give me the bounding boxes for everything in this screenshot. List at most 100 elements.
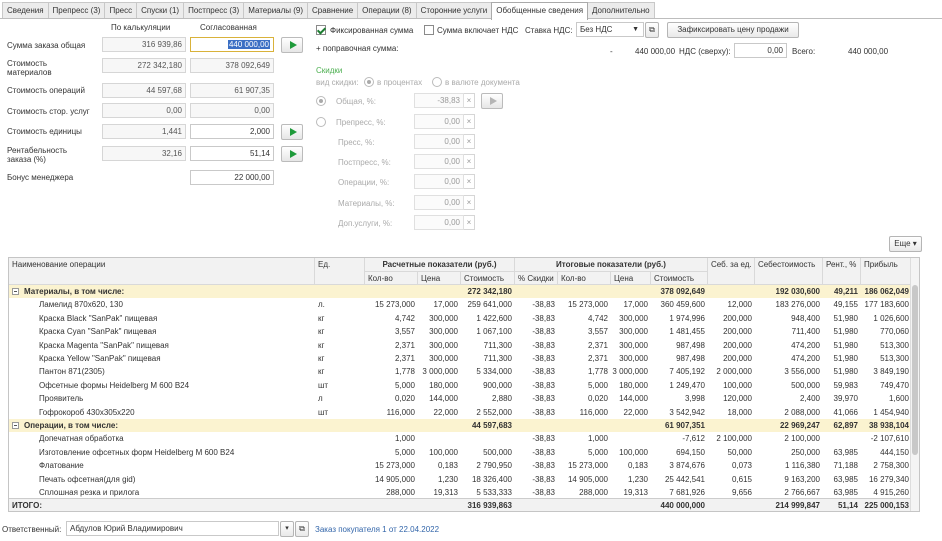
cell bbox=[315, 285, 365, 298]
tab-8[interactable]: Сторонние услуги bbox=[415, 2, 493, 19]
tab-3[interactable]: Спуски (1) bbox=[136, 2, 185, 19]
cell: 300,000 bbox=[619, 354, 648, 363]
apply-order-total-button[interactable] bbox=[281, 37, 303, 53]
unit-cost-agreed-input[interactable]: 2,000 bbox=[190, 124, 274, 139]
vat-included-checkbox[interactable] bbox=[424, 25, 434, 35]
cell bbox=[611, 285, 651, 298]
discount-input-0[interactable]: -38,83 bbox=[414, 93, 464, 108]
cell: 1,000 bbox=[394, 434, 415, 444]
responsible-open-icon[interactable]: ⧉ bbox=[295, 521, 309, 537]
manager-bonus-input[interactable]: 22 000,00 bbox=[190, 170, 274, 185]
cell: 0,020 bbox=[394, 394, 415, 404]
apply-general-discount-button[interactable] bbox=[481, 93, 503, 109]
tab-10[interactable]: Дополнительно bbox=[587, 2, 655, 19]
open-form-icon[interactable]: ⧉ bbox=[645, 22, 659, 38]
tab-5[interactable]: Материалы (9) bbox=[243, 2, 309, 19]
tab-4[interactable]: Постпресс (3) bbox=[183, 2, 245, 19]
clear-icon[interactable]: × bbox=[464, 114, 475, 129]
tab-7[interactable]: Операции (8) bbox=[357, 2, 417, 19]
cell bbox=[558, 285, 611, 298]
table-row[interactable]: Краска Black "SanPak" пищевая кг 4,742 300,… bbox=[9, 312, 912, 325]
cell: 2,371 bbox=[587, 354, 608, 363]
cell: 2 088,000 bbox=[784, 407, 820, 417]
cell: 513,300 bbox=[880, 354, 909, 363]
order-total-agreed-input[interactable]: 440 000,00 bbox=[190, 37, 274, 52]
table-row[interactable]: Краска Cyan "SanPak" пищевая кг 3,557 300,0… bbox=[9, 325, 912, 338]
cell: 3 849,190 bbox=[873, 367, 909, 377]
cell: Гофрокороб 430х305х220 bbox=[39, 407, 135, 417]
customer-order-link[interactable]: Заказ покупателя 1 от 22.04.2022 bbox=[315, 525, 439, 534]
tab-1[interactable]: Препресс (3) bbox=[47, 2, 106, 19]
table-row[interactable]: Пантон 871(2305) кг 1,778 3 000,000 5 334,00… bbox=[9, 365, 912, 378]
table-row[interactable]: Офсетные формы Heidelberg M 600 B24 шт 5,0… bbox=[9, 379, 912, 392]
responsible-dropdown-icon[interactable]: ▾ bbox=[280, 521, 294, 537]
discount-input-6[interactable]: 0,00 bbox=[414, 215, 464, 230]
discount-label-4: Операции, %: bbox=[338, 178, 390, 187]
cell bbox=[418, 419, 461, 432]
cell: 51,980 bbox=[833, 340, 858, 350]
clear-icon[interactable]: × bbox=[464, 93, 475, 108]
cell: 0,073 bbox=[731, 461, 752, 471]
vat-rate-label: Ставка НДС: bbox=[525, 26, 573, 35]
prepress-discount-radio[interactable] bbox=[316, 117, 326, 127]
table-row[interactable]: Флатование 15 273,000 0,183 2 790,950 -38,83… bbox=[9, 459, 912, 472]
fixed-sum-checkbox[interactable] bbox=[316, 25, 326, 35]
header-final-group: Итоговые показатели (руб.) bbox=[515, 258, 708, 272]
cell: Изготовление офсетных форм Heidelberg M … bbox=[39, 447, 235, 457]
discount-label-2: Пресс, %: bbox=[338, 138, 375, 147]
cell: -38,83 bbox=[532, 407, 555, 417]
clear-icon[interactable]: × bbox=[464, 215, 475, 230]
cell: 5,000 bbox=[394, 380, 415, 390]
discount-currency-radio[interactable] bbox=[432, 77, 442, 87]
scrollbar-thumb[interactable] bbox=[912, 285, 918, 455]
tab-2[interactable]: Пресс bbox=[104, 2, 138, 19]
group-row[interactable]: Материалы, в том числе: 272 342,180 378 09… bbox=[9, 285, 912, 299]
discount-percent-radio[interactable] bbox=[364, 77, 374, 87]
clear-icon[interactable]: × bbox=[464, 195, 475, 210]
fix-sale-price-button[interactable]: Зафиксировать цену продажи bbox=[667, 22, 799, 38]
total-row: ИТОГО: 316 939,863 440 000,000 214 999,8… bbox=[9, 498, 912, 511]
vat-rate-select[interactable]: Без НДС ▼ bbox=[576, 22, 644, 37]
cell: 2 790,950 bbox=[476, 461, 512, 471]
cell: Краска Yellow "SanPak" пищевая bbox=[39, 354, 161, 363]
table-row[interactable]: Краска Yellow "SanPak" пищевая кг 2,371 300… bbox=[9, 352, 912, 365]
table-scrollbar[interactable] bbox=[910, 258, 919, 511]
apply-unit-cost-button[interactable] bbox=[281, 124, 303, 140]
cell bbox=[611, 432, 651, 445]
cell: 474,200 bbox=[791, 354, 820, 363]
group-row[interactable]: Операции, в том числе: 44 597,683 61 907,3… bbox=[9, 419, 912, 433]
general-discount-radio[interactable] bbox=[316, 96, 326, 106]
profitability-agreed-input[interactable]: 51,14 bbox=[190, 146, 274, 161]
cell: 3 874,676 bbox=[669, 461, 705, 471]
discount-input-3[interactable]: 0,00 bbox=[414, 154, 464, 169]
tab-0[interactable]: Сведения bbox=[2, 2, 49, 19]
discount-input-2[interactable]: 0,00 bbox=[414, 134, 464, 149]
table-row[interactable]: Гофрокороб 430х305х220 шт 116,000 22,000 2 5… bbox=[9, 406, 912, 419]
apply-profitability-button[interactable] bbox=[281, 146, 303, 162]
vat-top-input[interactable]: 0,00 bbox=[734, 43, 787, 58]
more-button[interactable]: Еще ▾ bbox=[889, 236, 922, 252]
clear-icon[interactable]: × bbox=[464, 154, 475, 169]
cell: 71,188 bbox=[833, 461, 858, 471]
tab-6[interactable]: Сравнение bbox=[307, 2, 359, 19]
clear-icon[interactable]: × bbox=[464, 134, 475, 149]
cell: 5,000 bbox=[587, 447, 608, 457]
tab-9[interactable]: Обобщенные сведения bbox=[491, 2, 589, 20]
discount-input-1[interactable]: 0,00 bbox=[414, 114, 464, 129]
table-row[interactable]: Краска Magenta "SanPak" пищевая кг 2,371 30… bbox=[9, 339, 912, 352]
responsible-input[interactable]: Абдулов Юрий Владимирович bbox=[66, 521, 279, 536]
table-row[interactable]: Изготовление офсетных форм Heidelberg M … bbox=[9, 446, 912, 459]
table-row[interactable]: Ламелид 870х620, 130 л. 15 273,000 17,000 25… bbox=[9, 298, 912, 311]
table-row[interactable]: Печать офсетная(для gid) 14 905,000 1,230 1… bbox=[9, 473, 912, 486]
cell: -38,83 bbox=[532, 300, 555, 310]
cell: 300,000 bbox=[429, 340, 458, 350]
table-row[interactable]: Допечатная обработка 1,000 -38,83 1,000 -7,6… bbox=[9, 432, 912, 445]
cell: кг bbox=[318, 354, 325, 363]
cell: 987,498 bbox=[676, 340, 705, 350]
clear-icon[interactable]: × bbox=[464, 174, 475, 189]
total-rent-cell: 51,14 bbox=[837, 501, 858, 510]
discount-input-5[interactable]: 0,00 bbox=[414, 195, 464, 210]
table-row[interactable]: Проявитель л 0,020 144,000 2,880 -38,83 0,020 1… bbox=[9, 392, 912, 405]
discount-label-6: Доп.услуги, %: bbox=[338, 219, 393, 228]
discount-input-4[interactable]: 0,00 bbox=[414, 174, 464, 189]
